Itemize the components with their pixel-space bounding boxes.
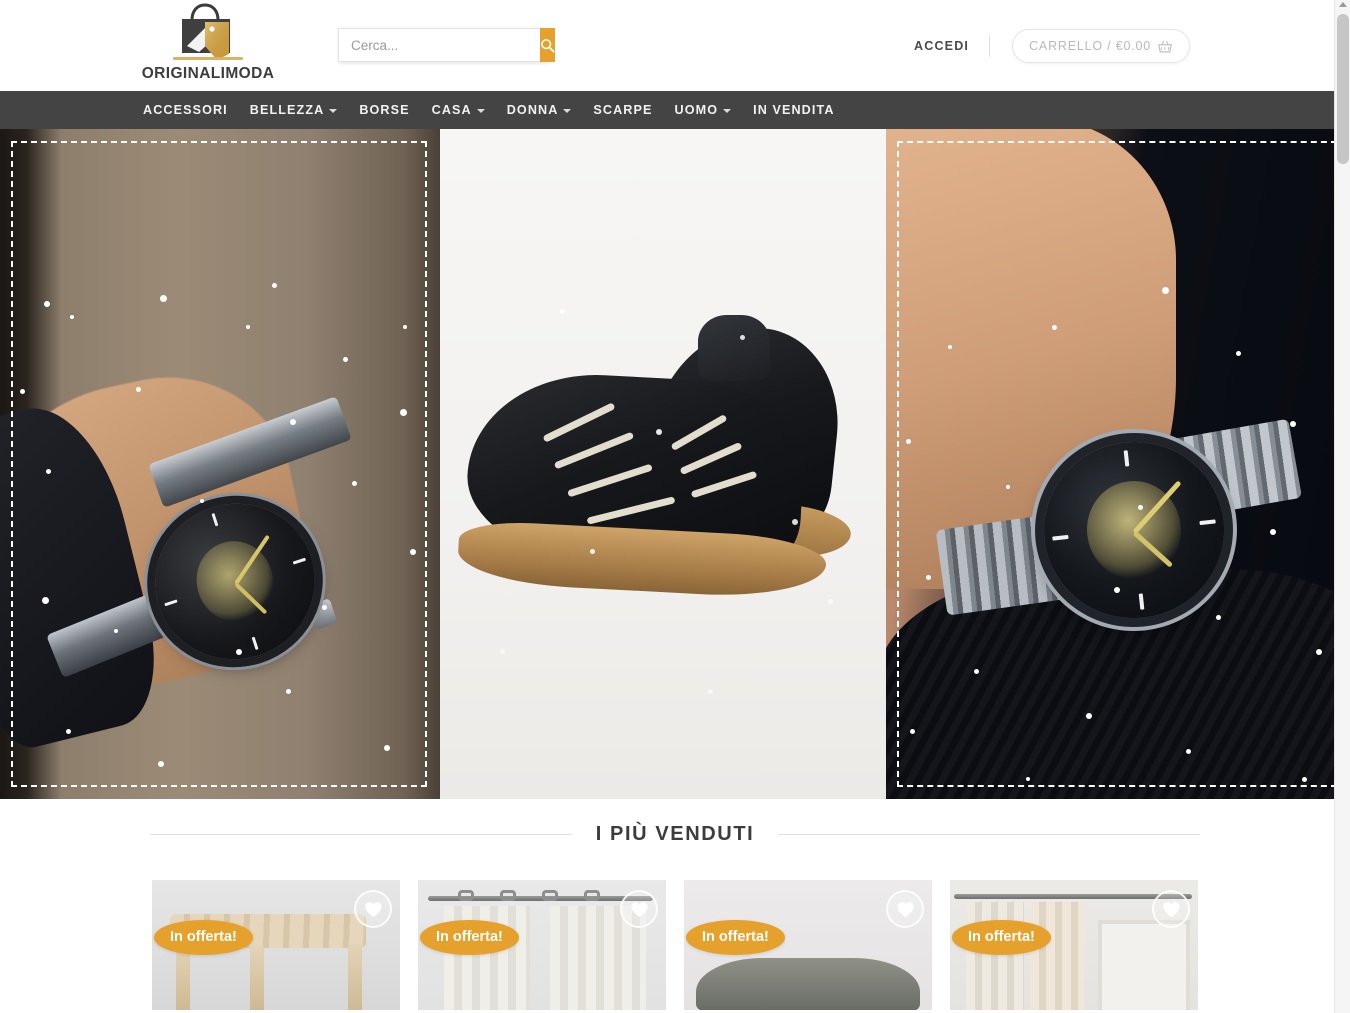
nav-item-donna[interactable]: DONNA bbox=[507, 103, 572, 117]
divider-left bbox=[150, 834, 572, 835]
product-card[interactable]: In offerta! bbox=[409, 880, 675, 1010]
nav-label: ACCESSORI bbox=[143, 103, 228, 117]
product-card[interactable]: In offerta! bbox=[675, 880, 941, 1010]
watch-hand bbox=[1132, 480, 1182, 535]
main-navigation: ACCESSORI BELLEZZA BORSE CASA DONNA SCAR… bbox=[0, 91, 1350, 129]
section-header: I PIÙ VENDUTI bbox=[150, 823, 1200, 846]
heart-icon bbox=[364, 901, 382, 917]
shopping-basket-icon bbox=[1158, 40, 1172, 52]
divider-right bbox=[778, 834, 1200, 835]
product-grid: In offerta! In offerta! In offerta! In o… bbox=[0, 880, 1350, 1010]
search-button[interactable] bbox=[540, 28, 555, 62]
chevron-down-icon bbox=[329, 109, 338, 113]
header-actions: ACCEDI CARRELLO / €0.00 bbox=[914, 29, 1190, 63]
nav-item-borse[interactable]: BORSE bbox=[359, 103, 409, 117]
logo-text: ORIGINALIMODA bbox=[141, 65, 275, 82]
scroll-up-arrow-icon[interactable] bbox=[1339, 2, 1347, 7]
sale-badge: In offerta! bbox=[420, 920, 519, 955]
heart-icon bbox=[896, 901, 914, 917]
site-logo[interactable]: ORIGINALIMODA bbox=[141, 2, 275, 90]
product-image[interactable]: In offerta! bbox=[684, 880, 932, 1010]
page-scrollbar[interactable] bbox=[1334, 0, 1350, 1013]
watch-hand bbox=[1132, 530, 1174, 568]
chevron-down-icon bbox=[723, 109, 732, 113]
page-root: ORIGINALIMODA ACCEDI CARRELLO / €0.00 bbox=[0, 0, 1350, 1013]
nav-item-accessori[interactable]: ACCESSORI bbox=[143, 103, 228, 117]
wishlist-button[interactable] bbox=[886, 890, 924, 928]
product-image[interactable]: In offerta! bbox=[152, 880, 400, 1010]
nav-label: SCARPE bbox=[593, 103, 653, 117]
product-image[interactable]: In offerta! bbox=[950, 880, 1198, 1010]
site-header: ORIGINALIMODA ACCEDI CARRELLO / €0.00 bbox=[0, 0, 1350, 91]
wishlist-button[interactable] bbox=[1152, 890, 1190, 928]
hero-carousel[interactable] bbox=[0, 129, 1350, 799]
wishlist-button[interactable] bbox=[354, 890, 392, 928]
chevron-down-icon bbox=[476, 109, 485, 113]
bestsellers-section: I PIÙ VENDUTI In offerta! In offerta! In… bbox=[0, 799, 1350, 1010]
scrollbar-thumb[interactable] bbox=[1337, 14, 1349, 164]
nav-item-uomo[interactable]: UOMO bbox=[675, 103, 732, 117]
shopping-bag-tag-icon bbox=[173, 3, 243, 60]
section-title: I PIÙ VENDUTI bbox=[595, 823, 755, 845]
carousel-slide-watch-wood[interactable] bbox=[0, 129, 440, 799]
nav-item-scarpe[interactable]: SCARPE bbox=[593, 103, 652, 117]
nav-label: IN VENDITA bbox=[753, 103, 835, 117]
login-link[interactable]: ACCEDI bbox=[914, 39, 989, 53]
nav-label: BELLEZZA bbox=[249, 103, 325, 117]
nav-item-casa[interactable]: CASA bbox=[432, 103, 485, 117]
nav-label: UOMO bbox=[674, 103, 719, 117]
watch-hand bbox=[234, 581, 268, 615]
product-card[interactable]: In offerta! bbox=[941, 880, 1207, 1010]
sale-badge: In offerta! bbox=[952, 920, 1051, 955]
search-bar[interactable] bbox=[338, 28, 555, 62]
search-input[interactable] bbox=[338, 28, 540, 62]
cart-label: CARRELLO / €0.00 bbox=[1029, 39, 1151, 53]
sneaker-tongue bbox=[698, 315, 770, 381]
product-card[interactable]: In offerta! bbox=[143, 880, 409, 1010]
wishlist-button[interactable] bbox=[620, 890, 658, 928]
product-image[interactable]: In offerta! bbox=[418, 880, 666, 1010]
search-icon bbox=[541, 38, 555, 52]
chevron-down-icon bbox=[563, 109, 572, 113]
sale-badge: In offerta! bbox=[686, 920, 785, 955]
carousel-slide-sneakers[interactable] bbox=[440, 129, 886, 799]
heart-icon bbox=[1162, 901, 1180, 917]
cushion-shape bbox=[696, 958, 920, 1010]
nav-label: DONNA bbox=[506, 103, 559, 117]
door-frame bbox=[1098, 920, 1190, 1010]
carousel-slide-watch-dark[interactable] bbox=[886, 129, 1350, 799]
nav-item-in-vendita[interactable]: IN VENDITA bbox=[753, 103, 834, 117]
heart-icon bbox=[630, 901, 648, 917]
nav-label: CASA bbox=[431, 103, 472, 117]
watch-hand bbox=[233, 534, 270, 585]
nav-label: BORSE bbox=[359, 103, 410, 117]
cart-button[interactable]: CARRELLO / €0.00 bbox=[1012, 29, 1190, 63]
header-divider bbox=[989, 35, 991, 57]
nav-item-bellezza[interactable]: BELLEZZA bbox=[250, 103, 338, 117]
sale-badge: In offerta! bbox=[154, 920, 253, 955]
